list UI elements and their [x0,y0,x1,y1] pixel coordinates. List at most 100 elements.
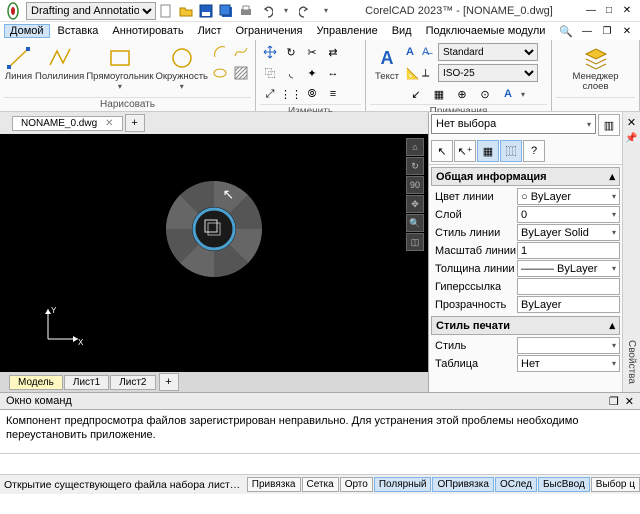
selcycle-toggle[interactable]: Выбор ц [591,477,640,492]
linescale-field[interactable]: 1 [517,242,620,259]
qinput-toggle[interactable]: БысВвод [538,477,590,492]
linecolor-field[interactable]: ○ ByLayer▾ [517,188,620,205]
layer-manager-button[interactable]: Менеджер слоев [568,42,624,95]
mdi-minimize[interactable]: — [579,24,595,38]
multileader-icon[interactable]: A [498,84,518,104]
saveall-icon[interactable] [217,2,235,20]
trim-icon[interactable]: ✂ [302,42,322,62]
explode-icon[interactable]: ✦ [302,63,322,83]
rotate-icon[interactable]: ↻ [281,42,301,62]
mdi-close[interactable]: ✕ [619,24,635,38]
ortho-toggle[interactable]: Орто [340,477,373,492]
category-print[interactable]: Стиль печати▴ [431,316,620,335]
tab-manage[interactable]: Управление [311,24,384,38]
circle-button[interactable]: Окружность▾ [155,42,208,93]
command-input[interactable] [0,454,640,474]
help-search-icon[interactable]: 🔍 [557,22,575,40]
copy-icon[interactable]: ⿻ [260,63,280,83]
hyperlink-field[interactable] [517,278,620,295]
ellipse-icon[interactable] [210,63,230,83]
text-style-select[interactable]: Standard [438,43,538,61]
table-icon[interactable]: ▦ [429,84,449,104]
undo-dropdown[interactable]: ▾ [277,2,295,20]
close-button[interactable]: ✕ [619,4,635,18]
otrack-toggle[interactable]: ОСлед [495,477,537,492]
save-icon[interactable] [197,2,215,20]
move-icon[interactable] [260,42,280,62]
arc-icon[interactable] [210,42,230,62]
radial-menu[interactable] [159,174,269,284]
file-tab[interactable]: NONAME_0.dwg✕ [12,116,123,131]
polar-toggle[interactable]: Полярный [374,477,432,492]
open-icon[interactable] [177,2,195,20]
offset-icon[interactable]: ⦾ [302,84,322,104]
tab-home[interactable]: Домой [4,24,50,38]
cmd-dock-icon[interactable]: ❐ [609,396,619,408]
dim-style-select[interactable]: ISO-25 [438,64,538,82]
maximize-button[interactable]: □ [601,4,617,18]
help-icon[interactable]: ? [523,140,545,162]
osnap-toggle[interactable]: ОПривязка [432,477,493,492]
close-tab-icon[interactable]: ✕ [105,118,113,129]
category-general[interactable]: Общая информация▴ [431,167,620,186]
mirror-icon[interactable]: ⇄ [323,42,343,62]
grid-toggle[interactable]: Сетка [302,477,339,492]
linestyle-field[interactable]: ByLayer Solid▾ [517,224,620,241]
redo-dropdown[interactable]: ▾ [317,2,335,20]
tab-annotate[interactable]: Аннотировать [106,24,189,38]
print-icon[interactable] [237,2,255,20]
transparency-field[interactable]: ByLayer [517,296,620,313]
tab-constraints[interactable]: Ограничения [229,24,308,38]
view-angle[interactable]: 90 [406,176,424,194]
mdi-restore[interactable]: ❐ [599,24,615,38]
new-tab-button[interactable]: + [125,114,145,132]
model-tab[interactable]: Модель [9,375,63,390]
text-button[interactable]: AТекст [370,42,404,84]
printtable-field[interactable]: Нет▾ [517,355,620,372]
new-icon[interactable] [157,2,175,20]
filter1-icon[interactable]: ▦ [477,140,499,162]
sheet1-tab[interactable]: Лист1 [64,375,109,390]
tab-view[interactable]: Вид [386,24,418,38]
line-button[interactable]: Линия [4,42,33,84]
redo-icon[interactable] [297,2,315,20]
scale-icon[interactable]: ⤢ [260,84,280,104]
rectangle-button[interactable]: Прямоугольник▾ [86,42,153,93]
printstyle-field[interactable]: ▾ [517,337,620,354]
view-pan-icon[interactable]: ✥ [406,195,424,213]
minimize-button[interactable]: — [583,4,599,18]
array-icon[interactable]: ⋮⋮ [281,84,301,104]
layer-field[interactable]: 0▾ [517,206,620,223]
stretch-icon[interactable]: ↔ [323,63,343,83]
tab-addins[interactable]: Подключаемые модули [420,24,552,38]
pick-icon[interactable]: ↖ [431,140,453,162]
view-rotate-icon[interactable]: ↻ [406,157,424,175]
add-sheet-button[interactable]: + [159,373,179,391]
selection-combo[interactable]: Нет выбора▾ [431,114,596,134]
linewidth-field[interactable]: ——— ByLayer▾ [517,260,620,277]
view-home-icon[interactable]: ⌂ [406,138,424,156]
align-icon[interactable]: ≡ [323,84,343,104]
polyline-button[interactable]: Полилиния [35,42,84,84]
centermark-icon[interactable]: ⊙ [475,84,495,104]
view-zoom-icon[interactable]: 🔍 [406,214,424,232]
fillet-icon[interactable]: ◟ [281,63,301,83]
drawing-canvas[interactable]: ⌂ ↻ 90 ✥ 🔍 ◫ ↖ [0,134,428,372]
tolerance-icon[interactable]: ⊕ [452,84,472,104]
workspace-select[interactable]: Drafting and Annotation [26,2,156,20]
quick-select-icon[interactable]: ▥ [598,114,620,136]
tab-sheet[interactable]: Лист [192,24,228,38]
leader-icon[interactable]: ↙ [406,84,426,104]
spline-icon[interactable] [231,42,251,62]
filter2-icon[interactable]: ⿲ [500,140,522,162]
sheet2-tab[interactable]: Лист2 [110,375,155,390]
tab-insert[interactable]: Вставка [52,24,105,38]
panel-close-icon[interactable]: ✕ [627,116,636,129]
cmd-close-icon[interactable]: ✕ [625,396,634,408]
snap-toggle[interactable]: Привязка [247,477,301,492]
hatch-icon[interactable] [231,63,251,83]
pin-icon[interactable]: 📌 [625,133,637,144]
view-cube-icon[interactable]: ◫ [406,233,424,251]
pick-add-icon[interactable]: ↖⁺ [454,140,476,162]
undo-icon[interactable] [257,2,275,20]
